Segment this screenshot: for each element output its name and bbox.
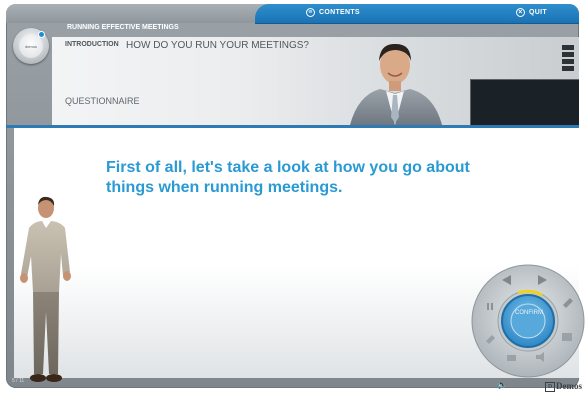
brand-logo: D Demos xyxy=(545,381,582,392)
instruction-line-2: things when running meetings. xyxy=(106,179,343,196)
app-window: ≡ CONTENTS × QUIT RUNNING EFFECTIVE MEET… xyxy=(0,0,585,394)
page-indicator: 5 / 11 xyxy=(12,378,25,384)
decorative-stripes xyxy=(562,45,574,79)
breadcrumb: INTRODUCTION xyxy=(65,41,119,48)
quit-button[interactable]: × QUIT xyxy=(516,5,547,19)
brand-box-icon: D xyxy=(545,381,555,392)
logo-dot-icon xyxy=(38,31,45,38)
speaker-icon[interactable]: 🔈 xyxy=(497,380,507,389)
confirm-button[interactable]: CONFIRM xyxy=(512,310,546,316)
monitor-image xyxy=(470,79,579,125)
page-title: HOW DO YOU RUN YOUR MEETINGS? xyxy=(126,40,309,51)
close-icon: × xyxy=(516,7,525,17)
brand-name: Demos xyxy=(556,381,582,391)
notes-icon[interactable] xyxy=(507,355,516,361)
businessman-photo xyxy=(350,43,442,125)
section-label: QUESTIONNAIRE xyxy=(65,96,140,106)
navigation-controller xyxy=(471,264,585,378)
course-logo: demos xyxy=(13,28,49,64)
course-title: RUNNING EFFECTIVE MEETINGS xyxy=(67,24,179,31)
contents-label: CONTENTS xyxy=(319,8,360,16)
pause-icon[interactable] xyxy=(487,303,489,310)
instruction-line-1: First of all, let's take a look at how y… xyxy=(106,159,470,176)
contents-icon: ≡ xyxy=(306,7,315,17)
header-banner: INTRODUCTION HOW DO YOU RUN YOUR MEETING… xyxy=(52,37,579,125)
presenter-character xyxy=(20,196,71,382)
quit-label: QUIT xyxy=(529,8,547,16)
contents-button[interactable]: ≡ CONTENTS xyxy=(306,5,360,19)
glossary-icon[interactable] xyxy=(562,333,572,341)
instruction-text: First of all, let's take a look at how y… xyxy=(106,158,556,198)
